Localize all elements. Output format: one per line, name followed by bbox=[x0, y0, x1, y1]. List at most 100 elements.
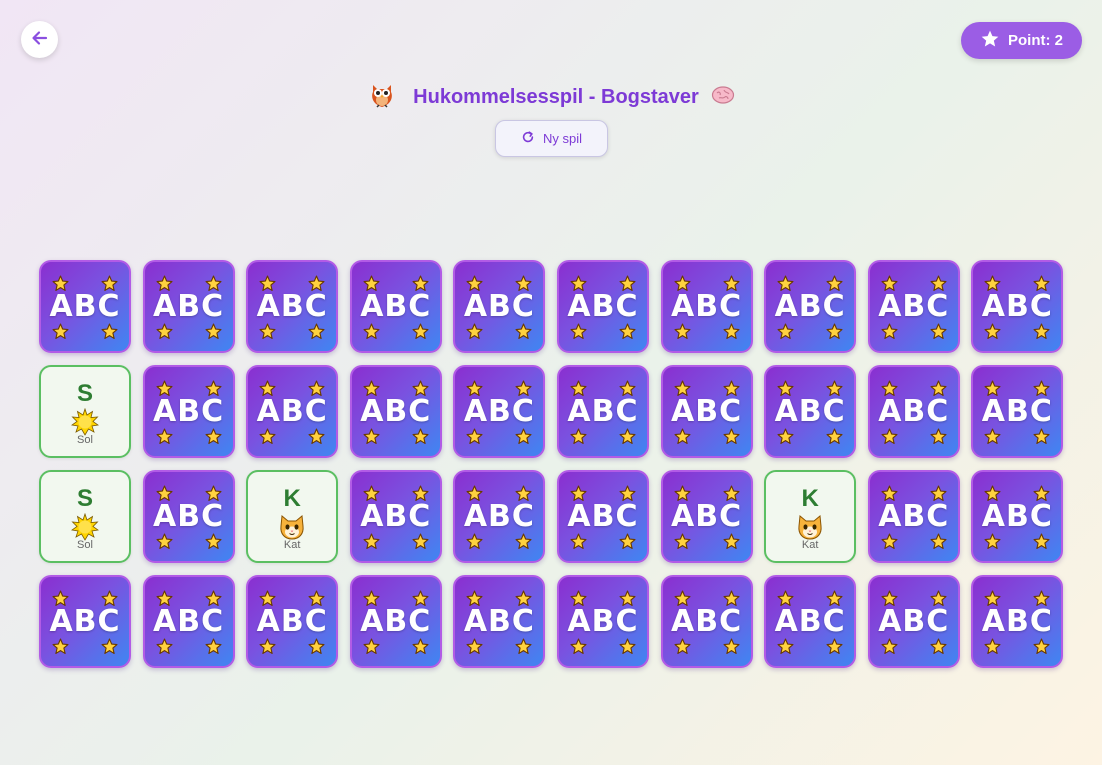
memory-card-hidden[interactable]: ABC bbox=[660, 470, 753, 563]
card-letter: K bbox=[283, 485, 301, 512]
star-icon bbox=[570, 323, 587, 340]
memory-card-hidden[interactable]: ABC bbox=[349, 365, 442, 458]
cat-icon bbox=[796, 513, 824, 541]
star-icon bbox=[619, 428, 636, 445]
star-icon bbox=[515, 638, 532, 655]
star-icon bbox=[412, 533, 429, 550]
star-icon bbox=[619, 323, 636, 340]
card-back-text: ABC bbox=[463, 604, 535, 639]
star-icon bbox=[777, 323, 794, 340]
memory-card-hidden[interactable]: ABC bbox=[556, 260, 649, 353]
memory-card-hidden[interactable]: ABC bbox=[453, 365, 546, 458]
card-back-text: ABC bbox=[360, 394, 432, 429]
memory-card-revealed[interactable]: S Sol bbox=[39, 470, 131, 563]
memory-card-hidden[interactable]: ABC bbox=[39, 260, 131, 353]
card-back-text: ABC bbox=[981, 394, 1053, 429]
memory-card-hidden[interactable]: ABC bbox=[142, 470, 235, 563]
memory-card-hidden[interactable]: ABC bbox=[453, 260, 546, 353]
card-back-text: ABC bbox=[878, 604, 950, 639]
card-back-text: ABC bbox=[49, 289, 121, 324]
card-back-text: ABC bbox=[981, 499, 1053, 534]
star-icon bbox=[308, 323, 325, 340]
memory-card-hidden[interactable]: ABC bbox=[660, 260, 753, 353]
memory-card-hidden[interactable]: ABC bbox=[142, 365, 235, 458]
star-icon bbox=[515, 428, 532, 445]
star-icon bbox=[984, 323, 1001, 340]
star-icon bbox=[619, 638, 636, 655]
memory-card-hidden[interactable]: ABC bbox=[660, 365, 753, 458]
star-icon bbox=[723, 428, 740, 445]
memory-card-hidden[interactable]: ABC bbox=[246, 365, 339, 458]
memory-card-hidden[interactable]: ABC bbox=[660, 575, 753, 668]
card-back-text: ABC bbox=[671, 289, 743, 324]
memory-card-hidden[interactable]: ABC bbox=[971, 260, 1064, 353]
card-back-text: ABC bbox=[49, 604, 121, 639]
card-back-text: ABC bbox=[256, 289, 328, 324]
card-back-text: ABC bbox=[256, 394, 328, 429]
memory-card-hidden[interactable]: ABC bbox=[556, 470, 649, 563]
star-icon bbox=[412, 428, 429, 445]
star-icon bbox=[466, 323, 483, 340]
memory-card-hidden[interactable]: ABC bbox=[971, 575, 1064, 668]
memory-card-hidden[interactable]: ABC bbox=[867, 365, 960, 458]
card-back-text: ABC bbox=[774, 289, 846, 324]
memory-card-hidden[interactable]: ABC bbox=[349, 470, 442, 563]
memory-card-hidden[interactable]: ABC bbox=[764, 260, 857, 353]
card-grid: ABC ABC ABC ABC ABC ABC ABC ABC ABC ABC S Sol ABC ABC… bbox=[39, 260, 1064, 668]
memory-card-hidden[interactable]: ABC bbox=[971, 365, 1064, 458]
card-back-text: ABC bbox=[360, 289, 432, 324]
star-icon bbox=[570, 428, 587, 445]
star-icon bbox=[363, 428, 380, 445]
star-icon bbox=[466, 533, 483, 550]
memory-card-hidden[interactable]: ABC bbox=[556, 365, 649, 458]
back-button[interactable] bbox=[21, 21, 58, 58]
title-row: Hukommelsesspil - Bogstaver bbox=[0, 78, 1102, 116]
points-badge: Point: 2 bbox=[961, 22, 1082, 59]
star-icon bbox=[570, 533, 587, 550]
star-icon bbox=[205, 428, 222, 445]
star-icon bbox=[984, 428, 1001, 445]
memory-card-hidden[interactable]: ABC bbox=[142, 575, 235, 668]
star-icon bbox=[674, 428, 691, 445]
card-back-text: ABC bbox=[981, 604, 1053, 639]
card-back-text: ABC bbox=[567, 499, 639, 534]
star-icon bbox=[101, 323, 118, 340]
new-game-label: Ny spil bbox=[542, 131, 582, 146]
memory-card-hidden[interactable]: ABC bbox=[764, 365, 857, 458]
star-icon bbox=[412, 323, 429, 340]
memory-card-hidden[interactable]: ABC bbox=[556, 575, 649, 668]
memory-card-revealed[interactable]: K Kat bbox=[764, 470, 857, 563]
star-icon bbox=[466, 638, 483, 655]
memory-card-hidden[interactable]: ABC bbox=[764, 575, 857, 668]
memory-card-hidden[interactable]: ABC bbox=[39, 575, 131, 668]
memory-card-hidden[interactable]: ABC bbox=[971, 470, 1064, 563]
memory-card-hidden[interactable]: ABC bbox=[867, 260, 960, 353]
memory-card-hidden[interactable]: ABC bbox=[142, 260, 235, 353]
card-letter: K bbox=[801, 485, 819, 512]
memory-card-hidden[interactable]: ABC bbox=[246, 260, 339, 353]
card-back-text: ABC bbox=[567, 394, 639, 429]
star-icon bbox=[205, 638, 222, 655]
memory-card-hidden[interactable]: ABC bbox=[349, 260, 442, 353]
star-icon bbox=[930, 638, 947, 655]
star-icon bbox=[826, 428, 843, 445]
memory-card-revealed[interactable]: S Sol bbox=[39, 365, 131, 458]
memory-card-hidden[interactable]: ABC bbox=[453, 470, 546, 563]
memory-card-hidden[interactable]: ABC bbox=[867, 470, 960, 563]
memory-card-hidden[interactable]: ABC bbox=[246, 575, 339, 668]
memory-card-hidden[interactable]: ABC bbox=[453, 575, 546, 668]
memory-card-hidden[interactable]: ABC bbox=[349, 575, 442, 668]
card-back-text: ABC bbox=[153, 394, 225, 429]
memory-card-hidden[interactable]: ABC bbox=[867, 575, 960, 668]
star-icon bbox=[723, 323, 740, 340]
star-icon bbox=[881, 638, 898, 655]
star-icon bbox=[777, 638, 794, 655]
star-icon bbox=[1033, 428, 1050, 445]
card-back-text: ABC bbox=[360, 604, 432, 639]
card-letter: S bbox=[76, 485, 93, 512]
memory-card-revealed[interactable]: K Kat bbox=[246, 470, 339, 563]
new-game-button[interactable]: Ny spil bbox=[495, 120, 608, 157]
star-icon bbox=[101, 638, 118, 655]
star-icon bbox=[984, 638, 1001, 655]
star-icon bbox=[205, 533, 222, 550]
